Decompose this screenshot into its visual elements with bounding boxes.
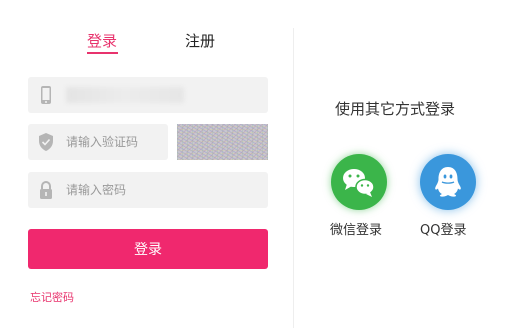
phone-icon bbox=[38, 86, 54, 104]
wechat-icon bbox=[343, 169, 375, 197]
captcha-field[interactable] bbox=[28, 124, 168, 160]
forgot-password-link[interactable]: 忘记密码 bbox=[30, 289, 74, 305]
phone-field[interactable] bbox=[28, 77, 268, 113]
qq-login-button[interactable] bbox=[420, 154, 476, 210]
qq-login-label[interactable]: QQ登录 bbox=[420, 219, 466, 238]
login-button[interactable]: 登录 bbox=[28, 229, 268, 269]
captcha-image[interactable] bbox=[177, 124, 268, 160]
tab-login-underline bbox=[87, 52, 118, 54]
divider bbox=[293, 28, 294, 328]
phone-value-masked bbox=[66, 87, 184, 103]
wechat-login-label[interactable]: 微信登录 bbox=[330, 219, 382, 238]
shield-icon bbox=[38, 133, 54, 151]
password-field[interactable] bbox=[28, 172, 268, 208]
captcha-input[interactable] bbox=[66, 124, 160, 160]
lock-icon bbox=[38, 181, 54, 199]
wechat-login-button[interactable] bbox=[331, 154, 387, 210]
qq-icon bbox=[435, 167, 461, 197]
password-input[interactable] bbox=[66, 172, 260, 208]
tab-register[interactable]: 注册 bbox=[185, 30, 215, 51]
tab-login[interactable]: 登录 bbox=[87, 30, 117, 51]
other-login-title: 使用其它方式登录 bbox=[335, 100, 456, 118]
